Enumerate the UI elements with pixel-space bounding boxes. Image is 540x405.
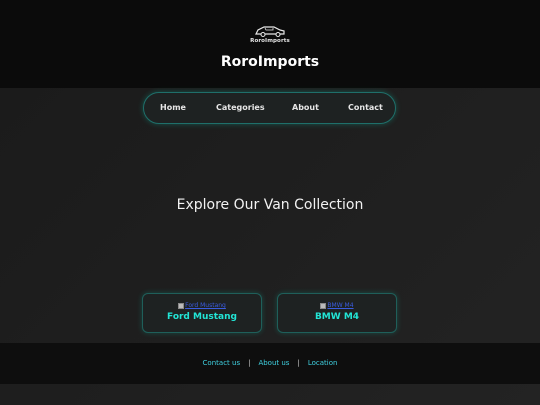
footer-links: Contact us | About us | Location [0, 359, 540, 367]
car-image-alt: Ford Mustang [185, 302, 226, 309]
car-logo-icon [255, 26, 285, 37]
broken-image-icon [178, 302, 185, 309]
main-nav: Home Categories About Contact [143, 92, 396, 124]
footer-link-contact[interactable]: Contact us [203, 359, 241, 367]
broken-image-icon [320, 302, 327, 309]
site-header: RoroImports RoroImports [0, 0, 540, 88]
site-title: RoroImports [220, 54, 320, 70]
logo[interactable]: RoroImports [250, 24, 290, 48]
hero-heading: Explore Our Van Collection [176, 197, 364, 213]
footer-link-location[interactable]: Location [308, 359, 338, 367]
car-card-ford-mustang[interactable]: Ford Mustang Ford Mustang [142, 293, 262, 333]
footer-link-about[interactable]: About us [258, 359, 289, 367]
site-footer: Contact us | About us | Location [0, 343, 540, 384]
nav-categories[interactable]: Categories [216, 103, 265, 112]
nav-contact[interactable]: Contact [348, 103, 383, 112]
nav-home[interactable]: Home [160, 103, 186, 112]
car-title[interactable]: BMW M4 [278, 312, 396, 322]
footer-separator: | [248, 359, 251, 367]
car-card-bmw-m4[interactable]: BMW M4 BMW M4 [277, 293, 397, 333]
car-image-broken[interactable]: Ford Mustang [143, 302, 261, 309]
logo-text: RoroImports [250, 38, 290, 44]
car-image-broken[interactable]: BMW M4 [278, 302, 396, 309]
car-image-alt: BMW M4 [327, 302, 354, 309]
nav-about[interactable]: About [292, 103, 319, 112]
footer-separator: | [297, 359, 300, 367]
car-title[interactable]: Ford Mustang [143, 312, 261, 322]
